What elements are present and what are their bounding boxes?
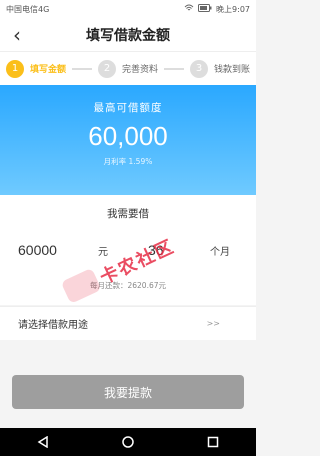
step-label: 钱款到账 (214, 65, 251, 75)
limit-banner: 最高可借额度 60,000 月利率 1.59% (0, 85, 256, 195)
step-number-icon: 2 (98, 59, 116, 78)
double-chevron-right-icon: >> (206, 319, 220, 328)
loan-purpose-selector[interactable]: 请选择借款用途 >> (0, 306, 256, 340)
amount-row: 元 个月 (0, 235, 256, 265)
nav-back-button[interactable] (31, 432, 55, 452)
chevron-left-icon: ‹ (13, 23, 21, 47)
battery-icon (198, 4, 212, 14)
time-text: 晚上9:07 (216, 4, 250, 14)
header: ‹ 填写借款金额 (0, 18, 256, 52)
monthly-rate: 月利率 1.59% (103, 157, 153, 166)
page-title: 填写借款金额 (86, 27, 170, 44)
max-limit-amount: 60,000 (88, 121, 168, 151)
step-label: 填写金额 (30, 65, 67, 75)
step-fill-amount: 1 填写金额 (6, 59, 67, 78)
need-borrow-label: 我需要借 (107, 208, 149, 220)
submit-withdraw-button[interactable]: 我要提款 (12, 375, 244, 409)
triangle-back-icon (37, 436, 48, 448)
nav-home-button[interactable] (116, 432, 140, 452)
step-label: 完善资料 (122, 65, 159, 75)
carrier-text: 中国电信4G (6, 4, 50, 14)
loan-purpose-label: 请选择借款用途 (18, 320, 88, 331)
loan-input-card: 我需要借 元 个月 每月还款：2620.67元 (0, 195, 256, 305)
nav-recents-button[interactable] (201, 432, 225, 452)
amount-unit: 元 (98, 247, 108, 258)
monthly-repayment: 每月还款：2620.67元 (89, 281, 166, 290)
step-funds-arrived: 3 钱款到账 (190, 59, 251, 78)
back-button[interactable]: ‹ (6, 23, 28, 47)
wifi-icon (184, 4, 194, 14)
step-complete-info: 2 完善资料 (98, 59, 159, 78)
months-unit: 个月 (210, 247, 230, 258)
loan-months-input[interactable] (148, 235, 188, 265)
step-divider (72, 67, 92, 70)
square-recents-icon (208, 436, 219, 448)
status-right: 晚上9:07 (184, 4, 250, 15)
loan-amount-input[interactable] (18, 235, 78, 265)
circle-home-icon (122, 436, 134, 448)
step-divider (164, 67, 184, 70)
max-limit-title: 最高可借额度 (93, 102, 163, 114)
system-nav-bar (0, 428, 256, 456)
step-number-icon: 3 (190, 59, 208, 78)
progress-steps: 1 填写金额 2 完善资料 3 钱款到账 (0, 52, 256, 85)
status-bar: 中国电信4G 晚上9:07 (0, 0, 256, 18)
step-number-icon: 1 (6, 59, 24, 78)
